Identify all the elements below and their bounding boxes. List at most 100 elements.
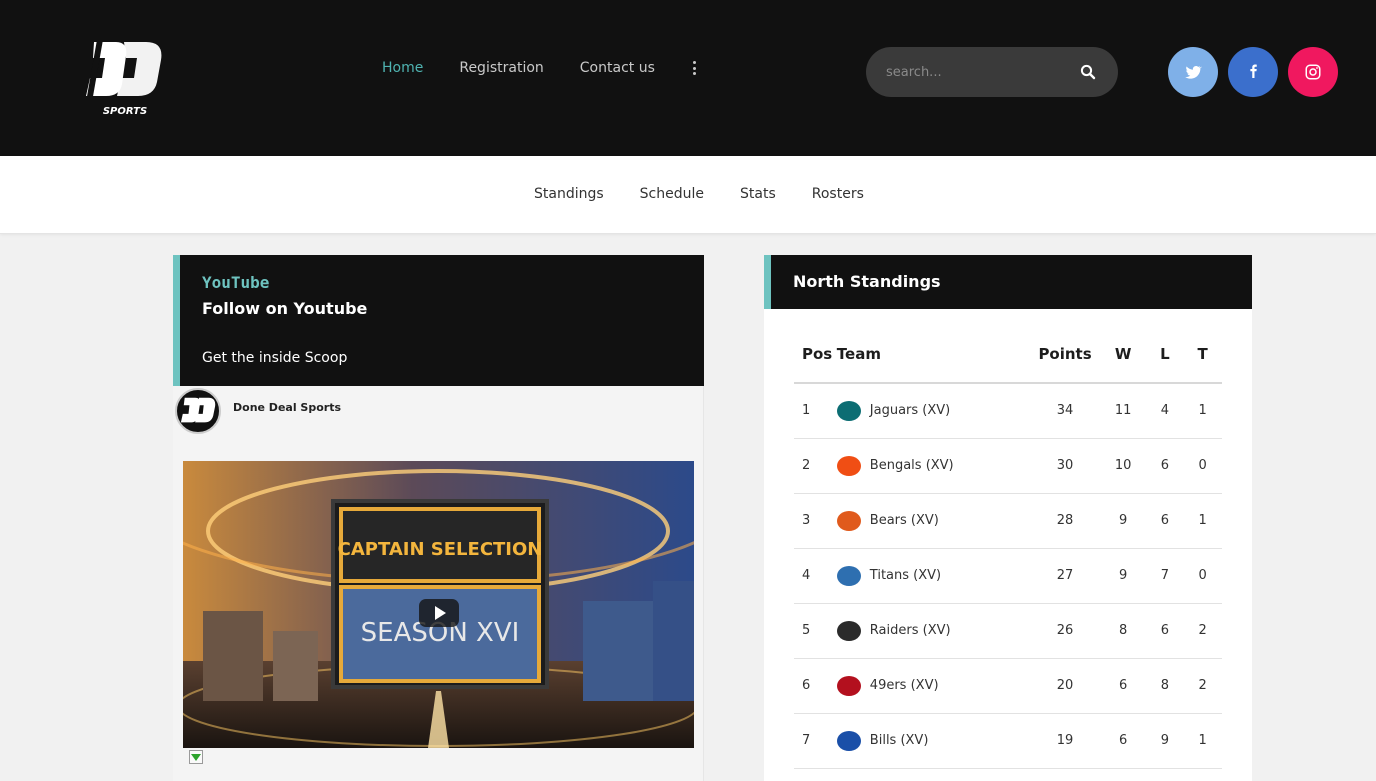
row-points: 20 [1030,658,1100,714]
standings-header-row: Pos Team Points W L T [794,325,1222,384]
facebook-button[interactable] [1228,47,1278,97]
dd-sports-logo-icon: SPORTS [86,42,162,117]
row-pos: 4 [794,548,837,604]
row-points: 34 [1030,383,1100,439]
nav-home[interactable]: Home [382,60,423,76]
sub-nav: Standings Schedule Stats Rosters [0,156,1376,234]
row-team[interactable]: Titans (XV) [836,548,1031,604]
video-title-line1: CAPTAIN SELECTION [338,539,543,560]
row-points: 27 [1030,548,1100,604]
table-row[interactable]: 7 Bills (XV) 19 6 9 1 [794,713,1222,769]
team-name[interactable]: Jaguars (XV) [870,403,950,418]
row-losses: 6 [1146,493,1184,549]
team-name[interactable]: Bears (XV) [870,513,939,528]
standings-widget: North Standings Pos Team Points W L T 1 J… [764,255,1252,781]
row-team[interactable]: Bengals (XV) [836,438,1031,494]
team-logo-icon [836,675,861,696]
team-name[interactable]: Raiders (XV) [870,623,951,638]
main-nav: Home Registration Contact us [382,60,697,76]
subnav-rosters[interactable]: Rosters [812,186,864,202]
row-team[interactable]: Bears (XV) [836,493,1031,549]
channel-logo-icon [180,397,216,423]
row-pos: 5 [794,603,837,659]
table-row[interactable]: 5 Raiders (XV) 26 8 6 2 [794,603,1222,659]
top-header: SPORTS Home Registration Contact us [0,0,1376,156]
channel-avatar[interactable] [175,388,221,434]
row-wins: 6 [1099,713,1147,769]
row-ties: 1 [1183,383,1222,439]
col-points: Points [1030,325,1100,384]
row-pos: 3 [794,493,837,549]
download-icon[interactable] [189,750,203,764]
channel-name[interactable]: Done Deal Sports [233,401,341,414]
row-team[interactable]: Raiders (XV) [836,603,1031,659]
row-wins: 10 [1099,438,1147,494]
nav-registration[interactable]: Registration [459,60,543,76]
row-ties: 2 [1183,658,1222,714]
team-name[interactable]: Titans (XV) [870,568,941,583]
row-wins: 6 [1099,658,1147,714]
team-logo-icon [836,620,861,641]
row-losses: 7 [1146,548,1184,604]
team-logo-icon [836,400,861,421]
team-name[interactable]: Bills (XV) [870,733,929,748]
row-wins: 11 [1099,383,1147,439]
twitter-button[interactable] [1168,47,1218,97]
table-row[interactable]: 2 Bengals (XV) 30 10 6 0 [794,438,1222,494]
row-ties: 1 [1183,493,1222,549]
play-icon[interactable] [419,599,459,627]
row-points: 28 [1030,493,1100,549]
svg-text:SPORTS: SPORTS [103,106,147,117]
youtube-widget: YouTube Follow on Youtube Get the inside… [173,255,704,781]
standings-header: North Standings [764,255,1252,309]
col-team: Team [836,325,1031,384]
search-icon[interactable] [1080,64,1096,80]
row-losses: 6 [1146,438,1184,494]
table-row[interactable]: 3 Bears (XV) 28 9 6 1 [794,493,1222,549]
row-pos: 2 [794,438,837,494]
site-logo[interactable]: SPORTS [84,34,166,120]
row-pos: 1 [794,383,837,439]
row-points: 19 [1030,713,1100,769]
video-player[interactable]: CAPTAIN SELECTION SEASON XVI [183,461,694,748]
table-row[interactable]: 4 Titans (XV) 27 9 7 0 [794,548,1222,604]
team-logo-icon [836,510,861,531]
row-team[interactable]: Bills (XV) [836,713,1031,769]
nav-contact-us[interactable]: Contact us [580,60,655,76]
subnav-stats[interactable]: Stats [740,186,776,202]
team-name[interactable]: Bengals (XV) [870,458,954,473]
instagram-button[interactable] [1288,47,1338,97]
kebab-icon[interactable] [693,61,697,75]
search-input[interactable] [886,62,1066,82]
subnav-schedule[interactable]: Schedule [640,186,704,202]
col-pos: Pos [794,325,837,384]
row-losses: 6 [1146,603,1184,659]
search-box [866,47,1118,97]
row-points: 30 [1030,438,1100,494]
row-losses: 9 [1146,713,1184,769]
youtube-widget-header: YouTube Follow on Youtube Get the inside… [173,255,704,386]
row-wins: 9 [1099,493,1147,549]
team-logo-icon [836,730,861,751]
row-pos: 6 [794,658,837,714]
row-team[interactable]: Jaguars (XV) [836,383,1031,439]
row-wins: 8 [1099,603,1147,659]
subnav-standings[interactable]: Standings [534,186,604,202]
standings-title: North Standings [793,272,941,291]
row-points: 26 [1030,603,1100,659]
row-ties: 2 [1183,603,1222,659]
col-w: W [1099,325,1147,384]
row-ties: 1 [1183,713,1222,769]
row-wins: 9 [1099,548,1147,604]
youtube-subtitle: Get the inside Scoop [202,350,348,366]
team-logo-icon [836,565,861,586]
table-row[interactable]: 6 49ers (XV) 20 6 8 2 [794,658,1222,714]
youtube-title: Follow on Youtube [202,299,368,318]
team-name[interactable]: 49ers (XV) [870,678,939,693]
table-row[interactable]: 1 Jaguars (XV) 34 11 4 1 [794,383,1222,439]
row-ties: 0 [1183,548,1222,604]
col-t: T [1183,325,1222,384]
row-losses: 4 [1146,383,1184,439]
youtube-kicker: YouTube [202,273,270,292]
row-team[interactable]: 49ers (XV) [836,658,1031,714]
